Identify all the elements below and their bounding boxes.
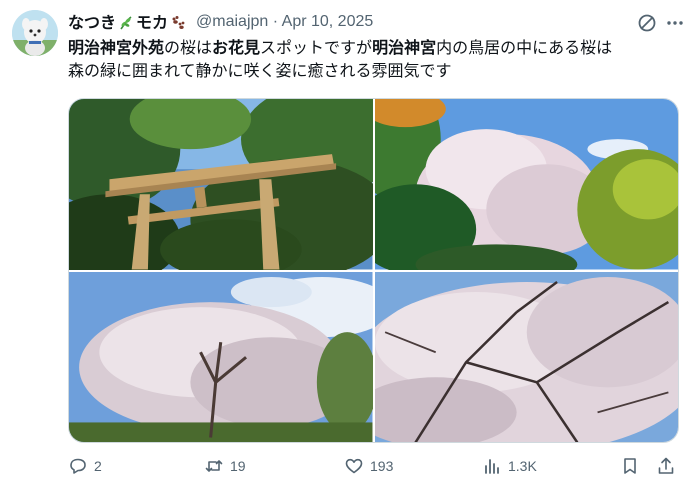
post-text-segment: 明治神宮 [372,40,437,57]
grok-icon[interactable] [636,12,658,34]
photo-cherry-tree-green[interactable] [374,99,679,270]
like-count: 193 [370,458,394,474]
photo-torii-gate[interactable] [69,99,373,270]
like-button[interactable]: 193 [344,452,393,480]
handle-and-date[interactable]: @maiajpn · Apr 10, 2025 [196,13,373,31]
views-button[interactable]: 1.3K [482,452,537,480]
bookmark-button[interactable] [620,452,640,480]
post-text-segment: 明治神宮外苑 [68,40,165,57]
bookmark-icon [624,458,636,474]
post-text-segment: スポットですが [260,40,373,57]
display-name-part1: なつき [68,14,117,32]
reply-count: 2 [94,458,102,474]
post-text: 明治神宮外苑の桜はお花見スポットですが明治神宮内の鳥居の中にある桜は 森の緑に囲… [68,37,678,83]
post-header: なつき モカ @maiajpn · Apr 10, 2025 [68,11,686,33]
repost-icon [205,460,223,472]
views-count: 1.3K [508,458,537,474]
repost-button[interactable]: 19 [204,452,246,480]
herb-icon [118,15,134,36]
avatar[interactable] [12,10,58,56]
display-name[interactable]: なつき モカ [68,9,188,36]
avatar-photo [12,10,58,56]
photo-cherry-blossoms[interactable] [374,271,679,443]
display-name-part2: モカ [136,14,169,32]
share-button[interactable] [656,452,676,480]
post-text-segment: お花見 [212,40,261,57]
repost-count: 19 [230,458,246,474]
heart-icon [345,458,363,474]
post-text-segment: の桜は [164,40,213,57]
views-icon [485,459,499,474]
reply-icon [70,458,86,474]
reply-button[interactable]: 2 [68,452,102,480]
action-bar: 2 19 193 1.3K [68,452,680,480]
paw-prints-icon [170,15,186,36]
photo-grid [68,98,679,443]
share-icon [658,457,674,474]
more-icon[interactable] [664,12,686,34]
photo-cherry-tree-sky[interactable] [69,271,373,443]
